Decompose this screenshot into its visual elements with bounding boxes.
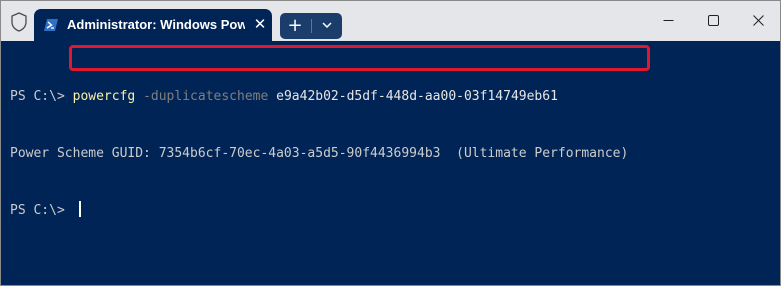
- text-cursor: [78, 201, 81, 217]
- chevron-down-icon: [322, 22, 332, 29]
- maximize-button[interactable]: [690, 1, 736, 39]
- close-window-button[interactable]: [735, 1, 780, 39]
- prompt-line: PS C:\>: [10, 201, 628, 220]
- profile-dropdown-button[interactable]: [312, 13, 342, 39]
- output-line: Power Scheme GUID: 7354b6cf-70ec-4a03-a5…: [10, 146, 629, 161]
- tab-powershell[interactable]: Administrator: Windows PowerShell ✕: [34, 9, 272, 41]
- command-argument: e9a42b02-d5df-448d-aa00-03f14749eb61: [268, 89, 558, 104]
- tab-title: Administrator: Windows PowerShell: [67, 17, 245, 32]
- title-bar[interactable]: Administrator: Windows PowerShell ✕ +: [1, 1, 780, 41]
- prompt: PS C:\>: [10, 203, 73, 218]
- terminal-window: Administrator: Windows PowerShell ✕ +: [0, 0, 781, 286]
- close-icon: [753, 15, 764, 26]
- minimize-icon: [663, 20, 674, 21]
- close-tab-icon[interactable]: ✕: [252, 15, 268, 33]
- new-tab-button[interactable]: +: [280, 13, 310, 39]
- powershell-icon: [44, 19, 58, 31]
- command-highlight-box: [69, 45, 650, 71]
- command-line: PS C:\> powercfg -duplicatescheme e9a42b…: [10, 87, 628, 106]
- prompt: PS C:\>: [10, 89, 73, 104]
- maximize-icon: [708, 15, 719, 26]
- minimize-button[interactable]: [645, 1, 691, 39]
- terminal-output[interactable]: PS C:\> powercfg -duplicatescheme e9a42b…: [10, 49, 628, 258]
- command-name: powercfg: [72, 89, 136, 104]
- admin-shield-icon: [11, 12, 27, 32]
- new-tab-controls: +: [280, 13, 342, 39]
- command-parameter: -duplicatescheme: [135, 89, 269, 104]
